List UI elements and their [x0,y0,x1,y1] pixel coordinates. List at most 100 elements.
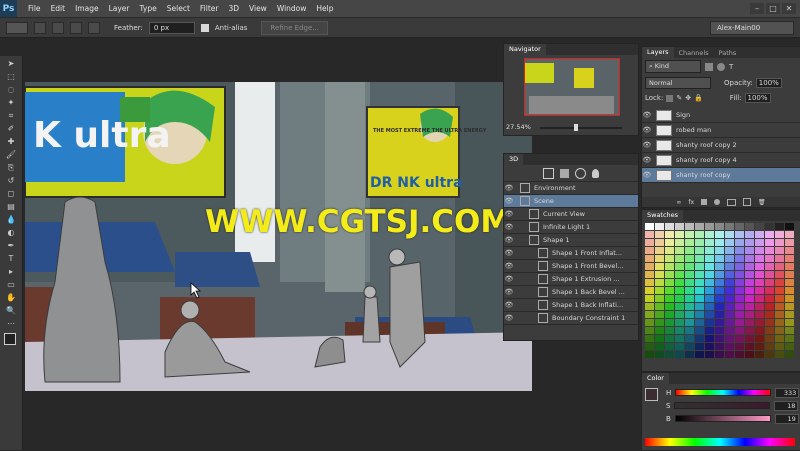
color-swatch[interactable] [745,351,754,358]
lock-move-icon[interactable]: ✥ [685,94,691,102]
color-swatch[interactable] [655,271,664,278]
color-swatch[interactable] [645,263,654,270]
color-swatch[interactable] [755,223,764,230]
layer-row[interactable]: 👁 Sign [642,108,800,123]
color-swatch[interactable] [745,223,754,230]
navigator-preview[interactable] [524,58,620,116]
color-swatch[interactable] [775,279,784,286]
path-select-tool-icon[interactable]: ▸ [4,266,18,277]
color-swatch[interactable] [745,295,754,302]
quick-select-tool-icon[interactable]: ✦ [4,97,18,108]
color-swatch[interactable] [715,287,724,294]
menu-layer[interactable]: Layer [104,4,135,13]
color-swatch[interactable] [645,239,654,246]
visibility-eye-icon[interactable]: 👁 [504,236,514,244]
color-swatch[interactable] [675,223,684,230]
color-swatch[interactable] [745,279,754,286]
color-swatch[interactable] [645,271,654,278]
scene-tree-row[interactable]: 👁 Scene [504,195,638,208]
hand-tool-icon[interactable]: ✋ [4,292,18,303]
color-swatch[interactable] [735,255,744,262]
color-swatch[interactable] [745,335,754,342]
close-button[interactable]: ✕ [782,3,796,14]
color-swatch[interactable] [775,239,784,246]
new-layer-icon[interactable] [743,198,752,206]
clone-stamp-tool-icon[interactable]: ⎘ [4,162,18,173]
color-swatch[interactable] [645,223,654,230]
color-swatch[interactable] [765,351,774,358]
color-swatch[interactable] [755,287,764,294]
eraser-tool-icon[interactable]: ◻ [4,188,18,199]
layer-row[interactable]: 👁 robed man [642,123,800,138]
color-swatch[interactable] [725,247,734,254]
visibility-eye-icon[interactable]: 👁 [504,223,514,231]
color-swatch[interactable] [705,303,714,310]
tab-layers[interactable]: Layers [642,47,674,58]
color-swatch[interactable] [675,295,684,302]
color-swatch[interactable] [695,255,704,262]
color-swatch[interactable] [755,295,764,302]
fill-input[interactable]: 100% [744,93,771,103]
layer-visibility-eye-icon[interactable]: 👁 [642,171,652,179]
color-swatch[interactable] [765,223,774,230]
filter-type-icon[interactable]: T [729,63,733,71]
color-swatch[interactable] [685,327,694,334]
layer-row[interactable]: 👁 shanty roof copy 2 [642,138,800,153]
color-swatch[interactable] [745,327,754,334]
color-swatch[interactable] [765,295,774,302]
color-swatch[interactable] [785,239,794,246]
dodge-tool-icon[interactable]: ◐ [4,227,18,238]
tab-channels[interactable]: Channels [674,49,714,57]
color-swatch[interactable] [655,335,664,342]
color-swatch[interactable] [735,247,744,254]
subtract-selection-button[interactable] [70,21,82,34]
layer-visibility-eye-icon[interactable]: 👁 [642,156,652,164]
color-swatch[interactable] [735,335,744,342]
color-swatch[interactable] [785,279,794,286]
color-swatch[interactable] [665,295,674,302]
color-swatch[interactable] [675,335,684,342]
color-swatch[interactable] [695,327,704,334]
scene-filter-icon[interactable] [543,167,554,179]
color-swatch[interactable] [655,239,664,246]
color-swatch[interactable] [775,303,784,310]
delete-layer-icon[interactable]: 🗑 [758,199,766,206]
color-swatch[interactable] [745,271,754,278]
color-swatch[interactable] [685,223,694,230]
color-swatch[interactable] [785,351,794,358]
color-swatch[interactable] [715,311,724,318]
color-swatch[interactable] [725,319,734,326]
marquee-tool-icon[interactable]: ⬚ [4,71,18,82]
color-swatch[interactable] [735,263,744,270]
color-swatch[interactable] [695,239,704,246]
color-swatch[interactable] [745,239,754,246]
color-swatch[interactable] [775,287,784,294]
color-swatch[interactable] [775,223,784,230]
color-swatch[interactable] [725,335,734,342]
color-swatch[interactable] [685,263,694,270]
color-swatch[interactable] [755,247,764,254]
color-swatch[interactable] [765,303,774,310]
color-swatch[interactable] [775,335,784,342]
color-swatch[interactable] [675,343,684,350]
gradient-tool-icon[interactable]: ▤ [4,201,18,212]
workspace-select[interactable]: Alex-Main00 [710,20,794,35]
tab-swatches[interactable]: Swatches [642,210,684,221]
color-swatch[interactable] [655,255,664,262]
color-swatch[interactable] [785,287,794,294]
color-swatch[interactable] [675,327,684,334]
light-filter-icon[interactable] [592,168,599,178]
color-swatch[interactable] [765,263,774,270]
color-swatch[interactable] [655,287,664,294]
color-swatch[interactable] [785,343,794,350]
color-swatch[interactable] [695,247,704,254]
color-swatch[interactable] [645,319,654,326]
color-swatch[interactable] [725,239,734,246]
color-swatch[interactable] [775,343,784,350]
color-swatch[interactable] [655,295,664,302]
visibility-eye-icon[interactable]: 👁 [504,210,514,218]
menu-image[interactable]: Image [70,4,104,13]
color-swatch[interactable] [765,335,774,342]
color-swatch[interactable] [705,271,714,278]
layer-visibility-eye-icon[interactable]: 👁 [642,126,652,134]
